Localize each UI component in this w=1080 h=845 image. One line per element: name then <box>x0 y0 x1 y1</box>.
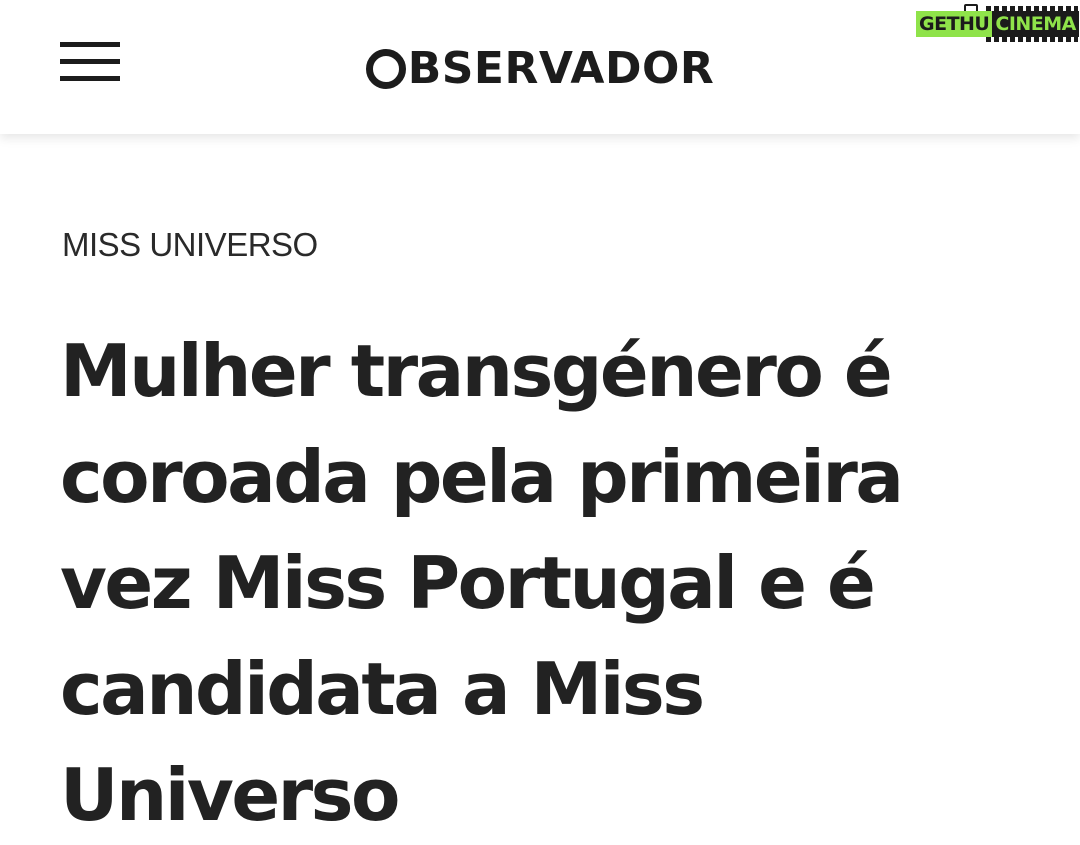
watermark-text: GETHU CINEMA <box>916 10 1079 38</box>
menu-button[interactable] <box>58 38 122 86</box>
hamburger-menu-icon-bar <box>60 59 120 64</box>
hamburger-menu-icon-bar <box>60 76 120 81</box>
channel-watermark: GETHU CINEMA <box>916 4 1080 42</box>
site-logo[interactable]: BSERVADOR <box>330 36 750 100</box>
film-strip-decoration <box>986 37 1078 42</box>
article-section-label[interactable]: MISS UNIVERSO <box>62 226 318 264</box>
ring-o-icon <box>365 49 406 89</box>
watermark-text-part2: CINEMA <box>992 11 1079 37</box>
article-headline: Mulher transgénero é coroada pela primei… <box>60 329 904 837</box>
watermark-text-part1: GETHU <box>916 11 993 37</box>
hamburger-menu-icon <box>60 42 120 47</box>
logo-text: BSERVADOR <box>407 42 715 94</box>
